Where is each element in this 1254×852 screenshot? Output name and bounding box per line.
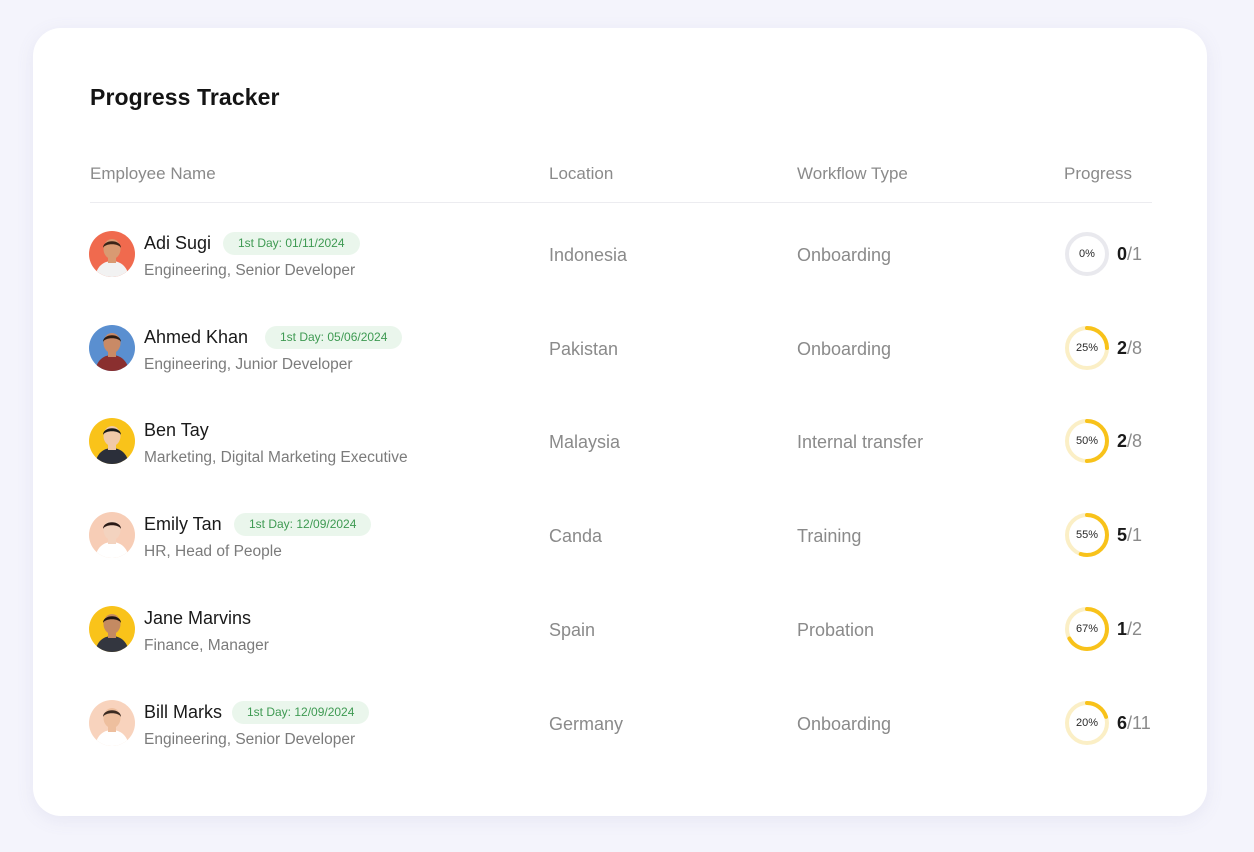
progress-fraction: 2/8 <box>1117 431 1142 452</box>
progress-percent: 25% <box>1075 341 1099 354</box>
progress-fraction: 5/1 <box>1117 525 1142 546</box>
employee-role: Engineering, Senior Developer <box>144 730 356 748</box>
progress-ring: 50% <box>1064 418 1110 464</box>
progress-percent: 0% <box>1079 248 1095 260</box>
column-header-progress[interactable]: Progress <box>1064 164 1132 184</box>
employee-name[interactable]: Adi Sugi <box>144 233 211 254</box>
table-row[interactable]: Adi Sugi 1st Day: 01/11/2024 Engineering, … <box>33 203 1207 297</box>
page-title: Progress Tracker <box>90 84 280 110</box>
location-cell: Indonesia <box>549 245 628 265</box>
location-cell: Pakistan <box>549 338 619 359</box>
avatar <box>89 418 135 465</box>
progress-tracker-card: Progress Tracker Employee Name Location … <box>33 28 1207 816</box>
employee-name[interactable]: Bill Marks <box>144 702 222 723</box>
employee-role: Marketing, Digital Marketing Executive <box>144 449 408 467</box>
table-row[interactable]: Ahmed Khan 1st Day: 05/06/2024 Engineering… <box>33 297 1207 391</box>
progress-fraction: 1/2 <box>1117 619 1142 640</box>
location-cell: Canda <box>549 526 603 547</box>
table-row[interactable]: Bill Marks 1st Day: 12/09/2024 Engineering… <box>33 672 1207 766</box>
progress-ring: 0% <box>1064 231 1110 277</box>
first-day-badge: 1st Day: 01/11/2024 <box>223 232 360 255</box>
column-header-workflow-type[interactable]: Workflow Type <box>797 164 908 184</box>
table-header: Employee Name Location Workflow Type Pro… <box>33 160 1207 190</box>
workflow-type-cell: Onboarding <box>797 338 892 359</box>
employee-name[interactable]: Emily Tan <box>144 514 222 535</box>
workflow-type-cell: Training <box>797 526 862 547</box>
progress-ring: 55% <box>1064 512 1110 558</box>
employee-name[interactable]: Ahmed Khan <box>144 327 248 348</box>
location-cell: Malaysia <box>549 432 621 453</box>
workflow-type-cell: Onboarding <box>797 245 892 265</box>
progress-percent: 20% <box>1075 716 1099 729</box>
progress-fraction: 6/11 <box>1117 713 1151 734</box>
first-day-badge: 1st Day: 12/09/2024 <box>234 513 372 537</box>
location-cell: Germany <box>549 713 624 734</box>
tasks-done: 2 <box>1117 337 1128 358</box>
tasks-done: 0 <box>1117 244 1128 264</box>
avatar <box>89 324 135 371</box>
avatar <box>89 699 135 746</box>
tasks-total: 1 <box>1132 525 1143 546</box>
tasks-total: 8 <box>1132 337 1143 358</box>
progress-ring: 20% <box>1064 700 1110 746</box>
employee-name[interactable]: Jane Marvins <box>144 608 251 629</box>
progress-percent: 50% <box>1075 435 1099 448</box>
tasks-done: 2 <box>1117 431 1128 452</box>
table-row[interactable]: Jane Marvins Finance, Manager Spain Probati… <box>33 578 1207 672</box>
progress-ring: 67% <box>1064 606 1110 652</box>
table-row[interactable]: Ben Tay Marketing, Digital Marketing Exec… <box>33 390 1207 484</box>
progress-percent: 55% <box>1075 529 1099 542</box>
employee-role: Engineering, Senior Developer <box>144 262 356 279</box>
employee-name[interactable]: Ben Tay <box>144 420 209 441</box>
employee-role: HR, Head of People <box>144 543 282 561</box>
avatar <box>89 231 135 277</box>
avatar <box>89 605 135 652</box>
tasks-total: 11 <box>1132 712 1151 733</box>
tasks-done: 1 <box>1117 618 1128 639</box>
progress-percent: 67% <box>1075 622 1099 635</box>
workflow-type-cell: Probation <box>797 619 875 640</box>
first-day-badge: 1st Day: 05/06/2024 <box>265 325 403 349</box>
employee-role: Engineering, Junior Developer <box>144 355 353 373</box>
tasks-done: 6 <box>1117 712 1128 733</box>
tasks-total: 1 <box>1132 244 1143 264</box>
avatar <box>89 512 135 559</box>
location-cell: Spain <box>549 619 596 640</box>
employee-role: Finance, Manager <box>144 636 269 654</box>
tasks-done: 5 <box>1117 525 1128 546</box>
column-header-employee-name[interactable]: Employee Name <box>90 164 216 184</box>
progress-fraction: 0/1 <box>1117 244 1142 265</box>
workflow-type-cell: Onboarding <box>797 713 892 734</box>
column-header-location[interactable]: Location <box>549 164 613 184</box>
tasks-total: 8 <box>1132 431 1143 452</box>
tasks-total: 2 <box>1132 618 1143 639</box>
table-row[interactable]: Emily Tan 1st Day: 12/09/2024 HR, Head of … <box>33 484 1207 578</box>
progress-fraction: 2/8 <box>1117 338 1142 359</box>
progress-ring: 25% <box>1064 325 1110 371</box>
first-day-badge: 1st Day: 12/09/2024 <box>232 700 370 724</box>
workflow-type-cell: Internal transfer <box>797 432 924 453</box>
